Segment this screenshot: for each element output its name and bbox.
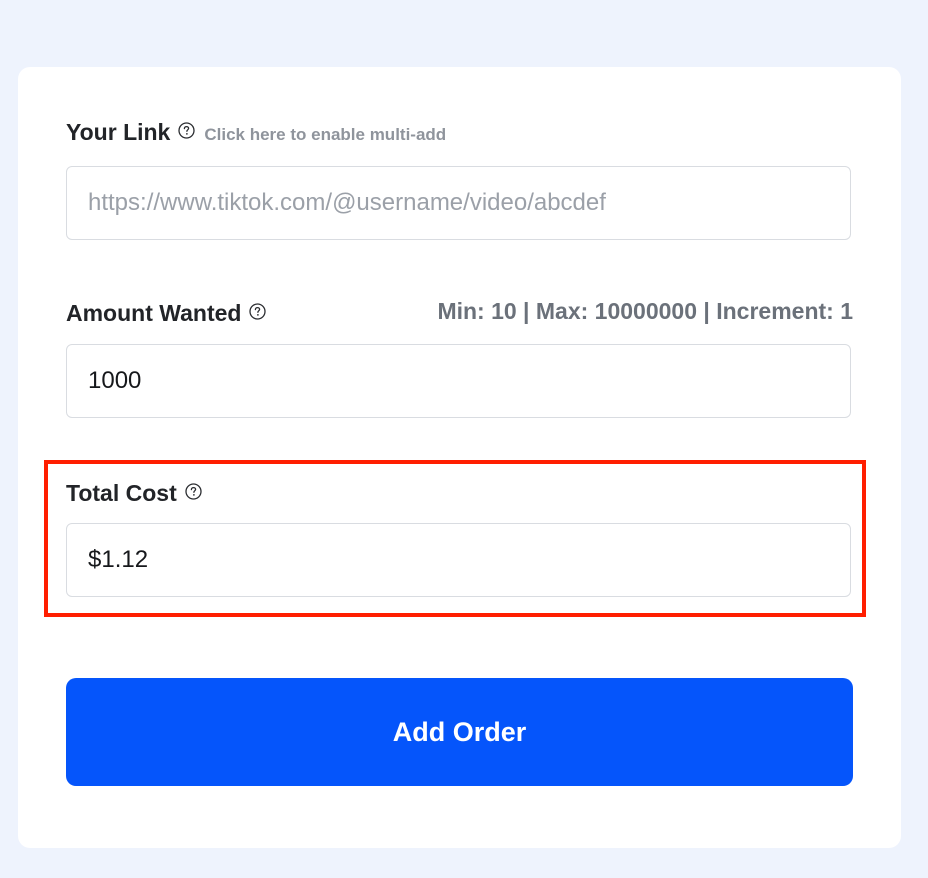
add-order-button[interactable]: Add Order <box>66 678 853 786</box>
amount-label: Amount Wanted <box>66 300 242 326</box>
order-form-card: Your Link Click here to enable multi-add… <box>18 67 901 848</box>
amount-label-row: Amount Wanted <box>66 300 267 327</box>
amount-input[interactable] <box>66 344 851 418</box>
link-input[interactable] <box>66 166 851 240</box>
total-cost-highlight-box <box>44 460 866 617</box>
link-label: Your Link <box>66 119 171 145</box>
question-circle-icon[interactable] <box>249 303 267 320</box>
link-label-row: Your Link Click here to enable multi-add <box>66 119 446 146</box>
amount-limits-text: Min: 10 | Max: 10000000 | Increment: 1 <box>437 298 853 324</box>
multi-add-link[interactable]: Click here to enable multi-add <box>204 125 446 145</box>
question-circle-icon[interactable] <box>178 122 196 139</box>
